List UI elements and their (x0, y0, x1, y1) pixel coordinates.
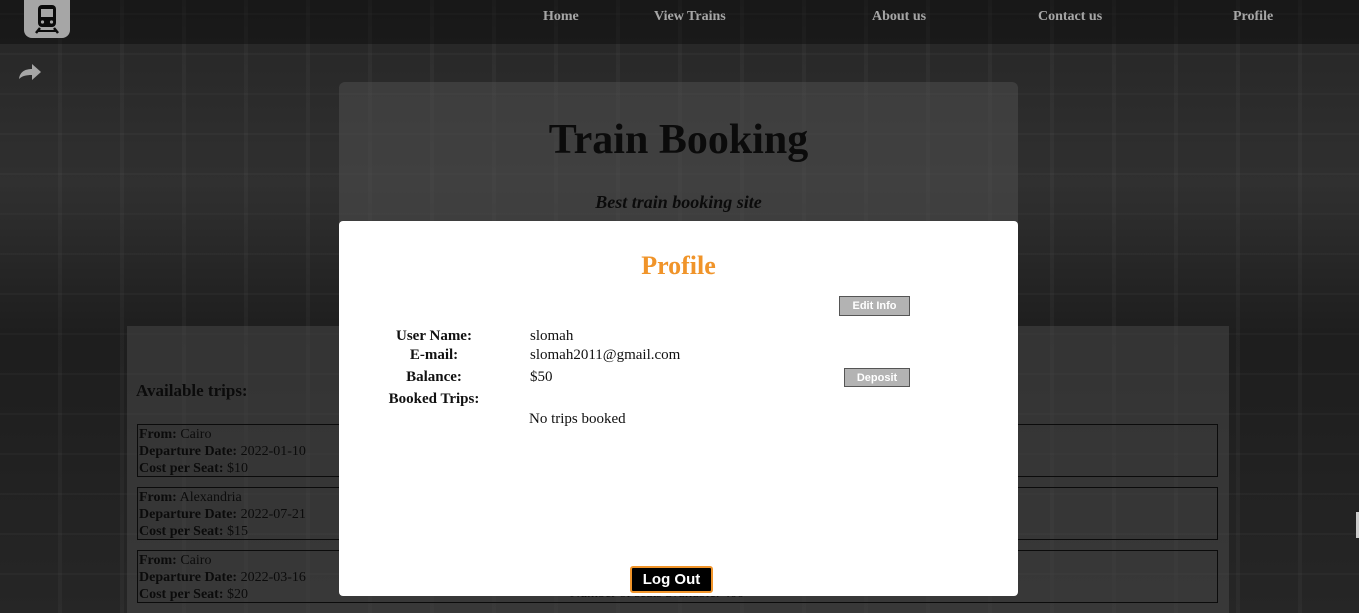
user-name-value: slomah (530, 328, 574, 344)
email-label: E-mail: (409, 347, 459, 363)
edit-info-button[interactable]: Edit Info (839, 296, 910, 316)
page: Home View Trains About us Contact us Pro… (0, 0, 1359, 613)
balance-label: Balance: (406, 369, 462, 385)
deposit-button[interactable]: Deposit (844, 368, 910, 387)
balance-value: $50 (530, 369, 553, 385)
booked-trips-label: Booked Trips: (388, 391, 480, 407)
booked-trips-value: No trips booked (529, 411, 626, 427)
modal-title: Profile (641, 251, 716, 280)
user-name-label: User Name: (396, 328, 472, 344)
logout-button[interactable]: Log Out (630, 566, 713, 593)
profile-modal: Profile Edit Info User Name: slomah E-ma… (339, 221, 1018, 596)
email-value: slomah2011@gmail.com (530, 347, 681, 363)
